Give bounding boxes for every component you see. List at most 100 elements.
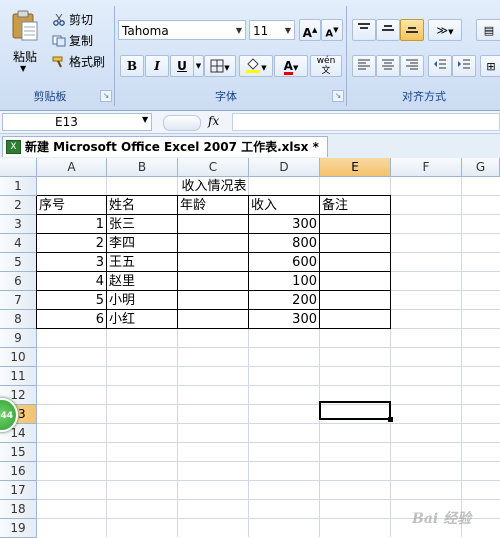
table-cell[interactable] — [178, 272, 249, 291]
table-cell[interactable]: 3 — [37, 253, 107, 272]
table-cell[interactable]: 100 — [249, 272, 320, 291]
header-cell[interactable]: 年龄 — [178, 196, 249, 215]
row-header[interactable]: 1 — [0, 177, 37, 196]
column-header-a[interactable]: A — [37, 158, 107, 177]
align-right-button[interactable] — [400, 55, 424, 77]
font-color-button[interactable]: A▼ — [274, 55, 308, 77]
header-cell[interactable]: 收入 — [249, 196, 320, 215]
formula-input[interactable] — [232, 113, 500, 131]
merge-center-button[interactable]: ⊞ — [480, 55, 500, 77]
row-header[interactable]: 19 — [0, 519, 37, 538]
bold-button[interactable]: B — [120, 55, 144, 77]
table-cell[interactable] — [178, 253, 249, 272]
table-cell[interactable] — [320, 272, 391, 291]
table-cell[interactable]: 200 — [249, 291, 320, 310]
wrap-text-button[interactable]: ▤ — [476, 19, 500, 41]
column-header-e[interactable]: E — [320, 158, 391, 177]
decrease-indent-button[interactable] — [428, 55, 452, 77]
row-header[interactable]: 6 — [0, 272, 37, 291]
increase-indent-button[interactable] — [452, 55, 476, 77]
table-cell[interactable]: 小明 — [107, 291, 178, 310]
font-dialog-launcher-icon[interactable]: ↘ — [332, 90, 344, 102]
table-cell[interactable] — [178, 291, 249, 310]
row-header[interactable]: 8 — [0, 310, 37, 329]
bottom-align-button[interactable] — [400, 19, 424, 41]
paste-dropdown-icon[interactable]: ▼ — [20, 64, 26, 73]
underline-button[interactable]: U — [170, 55, 194, 77]
row-header[interactable]: 7 — [0, 291, 37, 310]
orientation-button[interactable]: ≫▼ — [428, 19, 462, 41]
table-cell[interactable]: 300 — [249, 310, 320, 329]
formula-bar-resize-handle[interactable] — [163, 115, 201, 131]
header-cell[interactable]: 姓名 — [107, 196, 178, 215]
row-header[interactable]: 3 — [0, 215, 37, 234]
grow-font-button[interactable]: A▲ — [299, 19, 321, 41]
table-cell[interactable]: 王五 — [107, 253, 178, 272]
fill-color-button[interactable]: ▼ — [239, 55, 273, 77]
column-header-g[interactable]: G — [462, 158, 500, 177]
row-header[interactable]: 15 — [0, 443, 37, 462]
phonetic-guide-button[interactable]: wén 文 — [310, 55, 342, 77]
column-header-f[interactable]: F — [391, 158, 462, 177]
table-cell[interactable]: 5 — [37, 291, 107, 310]
row-header[interactable]: 5 — [0, 253, 37, 272]
row-header[interactable]: 17 — [0, 481, 37, 500]
table-cell[interactable] — [178, 310, 249, 329]
header-cell[interactable]: 序号 — [37, 196, 107, 215]
row-header[interactable]: 4 — [0, 234, 37, 253]
table-cell[interactable]: 800 — [249, 234, 320, 253]
middle-align-button[interactable] — [376, 19, 400, 41]
table-cell[interactable]: 600 — [249, 253, 320, 272]
row-header[interactable]: 11 — [0, 367, 37, 386]
table-cell[interactable] — [320, 253, 391, 272]
clipboard-dialog-launcher-icon[interactable]: ↘ — [100, 90, 112, 102]
row-header[interactable]: 10 — [0, 348, 37, 367]
table-cell[interactable] — [320, 215, 391, 234]
table-cell[interactable]: 2 — [37, 234, 107, 253]
row-header[interactable]: 2 — [0, 196, 37, 215]
copy-icon — [52, 35, 66, 47]
column-header-b[interactable]: B — [107, 158, 178, 177]
italic-button[interactable]: I — [145, 55, 169, 77]
table-cell[interactable]: 6 — [37, 310, 107, 329]
workbook-tab[interactable]: 新建 Microsoft Office Excel 2007 工作表.xlsx … — [2, 136, 328, 157]
name-box[interactable]: E13 — [2, 113, 152, 131]
insert-function-button[interactable]: fx — [208, 114, 219, 128]
name-box-dropdown-icon[interactable]: ▼ — [142, 115, 148, 124]
row-header[interactable]: 16 — [0, 462, 37, 481]
table-cell[interactable] — [178, 215, 249, 234]
column-header-d[interactable]: D — [249, 158, 320, 177]
row-header[interactable]: 18 — [0, 500, 37, 519]
table-cell[interactable] — [320, 234, 391, 253]
table-cell[interactable]: 李四 — [107, 234, 178, 253]
underline-dropdown-icon[interactable]: ▼ — [193, 55, 204, 77]
table-cell[interactable]: 300 — [249, 215, 320, 234]
align-center-button[interactable] — [376, 55, 400, 77]
font-size-combo[interactable]: 11 ▼ — [249, 20, 295, 40]
table-cell[interactable]: 1 — [37, 215, 107, 234]
table-cell[interactable]: 赵里 — [107, 272, 178, 291]
table-cell[interactable]: 4 — [37, 272, 107, 291]
table-cell[interactable]: 小红 — [107, 310, 178, 329]
table-cell[interactable] — [178, 234, 249, 253]
align-left-button[interactable] — [352, 55, 376, 77]
copy-button[interactable]: 复制 — [52, 33, 93, 49]
header-cell[interactable]: 备注 — [320, 196, 391, 215]
cut-button[interactable]: 剪切 — [52, 12, 93, 28]
active-cell-e13[interactable] — [319, 401, 391, 420]
column-header-c[interactable]: C — [178, 158, 249, 177]
row-header[interactable]: 9 — [0, 329, 37, 348]
select-all-corner[interactable] — [0, 158, 37, 177]
borders-button[interactable]: ▼ — [204, 55, 236, 77]
fill-handle[interactable] — [388, 417, 393, 422]
table-cell[interactable]: 张三 — [107, 215, 178, 234]
font-name-combo[interactable]: Tahoma ▼ — [118, 20, 246, 40]
table-cell[interactable] — [320, 310, 391, 329]
top-align-button[interactable] — [352, 19, 376, 41]
paste-icon[interactable] — [10, 10, 40, 42]
shrink-font-button[interactable]: A▼ — [321, 19, 343, 41]
table-cell[interactable] — [320, 291, 391, 310]
format-painter-button[interactable]: 格式刷 — [52, 54, 105, 70]
table-title-cell[interactable]: 收入情况表 — [37, 177, 391, 196]
paste-button-label[interactable]: 粘贴 — [8, 48, 42, 65]
